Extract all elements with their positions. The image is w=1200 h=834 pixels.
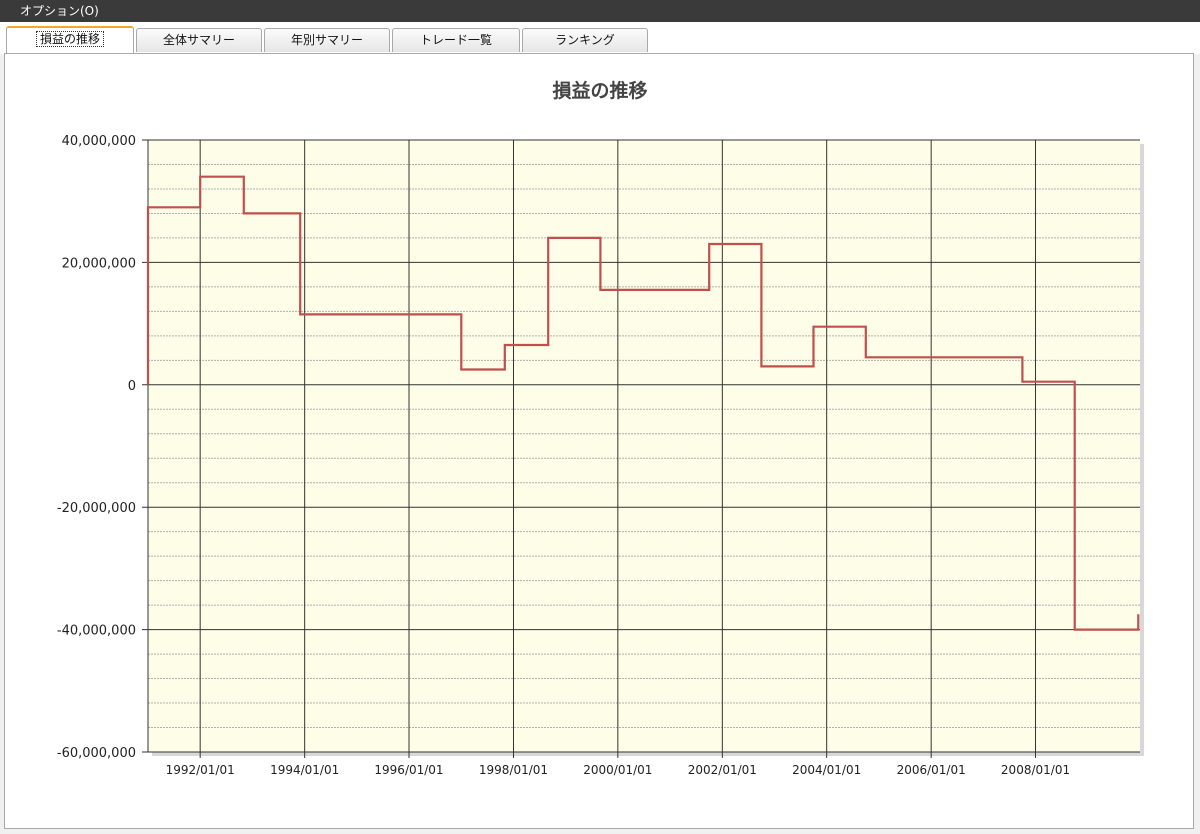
y-tick-label: -40,000,000 (57, 624, 136, 639)
x-tick-label: 2008/01/01 (1001, 763, 1070, 777)
y-tick-label: 40,000,000 (62, 134, 136, 149)
x-tick-label: 2006/01/01 (897, 763, 966, 777)
y-tick-label: 0 (128, 379, 136, 394)
y-tick-label: -60,000,000 (57, 746, 136, 761)
x-tick-label: 2004/01/01 (792, 763, 861, 777)
x-tick-label: 2000/01/01 (583, 763, 652, 777)
x-tick-label: 1994/01/01 (270, 763, 339, 777)
x-tick-label: 1996/01/01 (374, 763, 443, 777)
x-tick-label: 1998/01/01 (479, 763, 548, 777)
plot-area (148, 140, 1140, 752)
x-tick-label: 2002/01/01 (688, 763, 757, 777)
pnl-chart: 40,000,000 20,000,000 0 -20,000,000 -40,000,… (57, 134, 1144, 777)
y-tick-label: 20,000,000 (62, 256, 136, 271)
x-tick-label: 1992/01/01 (166, 763, 235, 777)
y-tick-label: -20,000,000 (57, 501, 136, 516)
